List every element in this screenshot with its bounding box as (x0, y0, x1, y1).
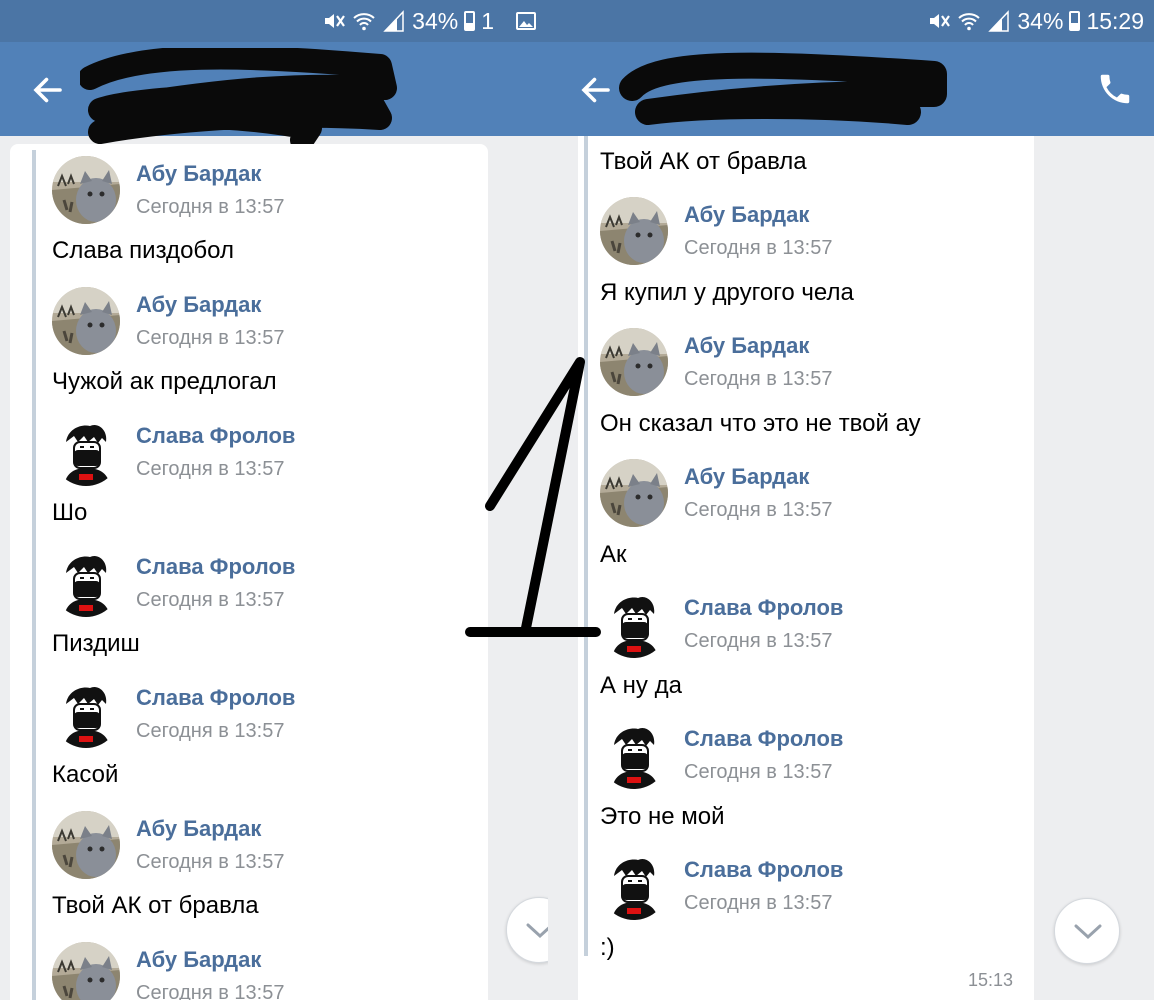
avatar[interactable] (52, 287, 120, 355)
message-author: Слава Фролов Сегодня в 13:57 (600, 852, 843, 920)
message-author: Слава Фролов Сегодня в 13:57 (52, 549, 295, 617)
arrow-back-icon[interactable] (30, 72, 66, 108)
author-name[interactable]: Абу Бардак (136, 159, 284, 189)
forwarded-quote-bar (584, 136, 588, 956)
battery-icon (1069, 11, 1081, 31)
avatar[interactable] (52, 156, 120, 224)
message-time: 15:13 (968, 970, 1014, 990)
message-text: :) (600, 934, 615, 961)
message-author: Абу Бардак Сегодня в 13:57 (600, 197, 832, 265)
author-name[interactable]: Абу Бардак (136, 945, 284, 975)
avatar[interactable] (52, 418, 120, 486)
author-name[interactable]: Слава Фролов (684, 724, 843, 754)
message-author: Слава Фролов Сегодня в 13:57 (600, 590, 843, 658)
arrow-back-icon[interactable] (578, 72, 614, 108)
wifi-icon (353, 13, 375, 31)
signal-icon (988, 10, 1010, 32)
censor-scribble (80, 48, 397, 144)
message-author: Абу Бардак Сегодня в 13:57 (52, 287, 284, 355)
chevron-down-icon (1074, 924, 1102, 940)
message-time: Сегодня в 13:57 (136, 326, 285, 349)
avatar[interactable] (52, 942, 120, 1000)
message-time: Сегодня в 13:57 (136, 588, 285, 611)
avatar[interactable] (600, 852, 668, 920)
message-text: Я купил у другого чела (600, 279, 854, 306)
chevron-down-icon (526, 923, 548, 939)
message-text: Пиздиш (52, 630, 140, 657)
image-icon (516, 12, 536, 30)
message-author: Абу Бардак Сегодня в 13:57 (600, 459, 832, 527)
message-author: Абу Бардак Сегодня в 13:57 (52, 811, 284, 879)
message-text: Твой АК от бравла (600, 148, 807, 175)
message-text: Касой (52, 761, 119, 788)
message-text: Это не мой (600, 803, 725, 830)
left-screenshot: 34% 1 Абу Бардак Сегодня в 13:57 Слава пиз… (0, 0, 548, 1000)
message-text: Чужой ак предлогал (52, 368, 277, 395)
mute-icon (930, 14, 951, 28)
clock: 15:29 (1086, 7, 1144, 34)
avatar[interactable] (600, 590, 668, 658)
message-author: Абу Бардак Сегодня в 13:57 (600, 328, 832, 396)
author-name[interactable]: Слава Фролов (136, 421, 295, 451)
message-time: Сегодня в 13:57 (136, 195, 285, 218)
message-author: Слава Фролов Сегодня в 13:57 (52, 680, 295, 748)
author-name[interactable]: Абу Бардак (684, 200, 832, 230)
message-author: Слава Фролов Сегодня в 13:57 (52, 418, 295, 486)
avatar[interactable] (600, 721, 668, 789)
phone-icon[interactable] (1096, 70, 1134, 108)
author-name[interactable]: Абу Бардак (684, 462, 832, 492)
battery-icon (464, 11, 476, 31)
author-name[interactable]: Абу Бардак (136, 814, 284, 844)
battery-percent: 34% (1017, 7, 1064, 34)
message-text: Твой АК от бравла (52, 892, 259, 919)
message-time: Сегодня в 13:57 (684, 891, 833, 914)
message-author: Абу Бардак Сегодня в 13:57 (52, 942, 284, 1000)
right-screenshot: 34% 15:29 Твой АК от бравла Абу Бардак Сег… (548, 0, 1154, 1000)
message-time: Сегодня в 13:57 (136, 850, 285, 873)
mute-icon (325, 14, 346, 28)
avatar[interactable] (600, 459, 668, 527)
message-text: Шо (52, 499, 88, 526)
author-name[interactable]: Абу Бардак (136, 290, 284, 320)
author-name[interactable]: Слава Фролов (684, 855, 843, 885)
avatar[interactable] (52, 549, 120, 617)
message-time: Сегодня в 13:57 (684, 760, 833, 783)
battery-percent: 34% (412, 7, 459, 34)
message-author: Абу Бардак Сегодня в 13:57 (52, 156, 284, 224)
message-time: Сегодня в 13:57 (136, 719, 285, 742)
signal-icon (383, 10, 404, 32)
message-time: Сегодня в 13:57 (136, 981, 285, 1000)
message-author: Слава Фролов Сегодня в 13:57 (600, 721, 843, 789)
message-time: Сегодня в 13:57 (684, 629, 833, 652)
notification-count: 1 (481, 7, 494, 34)
message-time: Сегодня в 13:57 (684, 236, 833, 259)
author-name[interactable]: Слава Фролов (136, 683, 295, 713)
message-text: Слава пиздобол (52, 237, 234, 264)
message-text: А ну да (600, 672, 682, 699)
avatar[interactable] (52, 680, 120, 748)
wifi-icon (958, 13, 981, 31)
message-time: Сегодня в 13:57 (684, 498, 833, 521)
author-name[interactable]: Слава Фролов (136, 552, 295, 582)
message-text: Ак (600, 541, 627, 568)
message-time: Сегодня в 13:57 (684, 367, 833, 390)
author-name[interactable]: Слава Фролов (684, 593, 843, 623)
status-bar: 34% 1 (0, 0, 548, 42)
censor-scribble (619, 52, 947, 125)
message-time: Сегодня в 13:57 (136, 457, 285, 480)
forwarded-quote-bar (32, 150, 36, 1000)
scroll-down-button[interactable] (506, 897, 548, 963)
avatar[interactable] (600, 197, 668, 265)
avatar[interactable] (600, 328, 668, 396)
chat-header (548, 42, 1154, 136)
avatar[interactable] (52, 811, 120, 879)
author-name[interactable]: Абу Бардак (684, 331, 832, 361)
scroll-down-button[interactable] (1054, 898, 1120, 964)
status-bar: 34% 15:29 (548, 0, 1154, 42)
chat-header (0, 42, 548, 144)
message-text: Он сказал что это не твой ау (600, 410, 921, 437)
